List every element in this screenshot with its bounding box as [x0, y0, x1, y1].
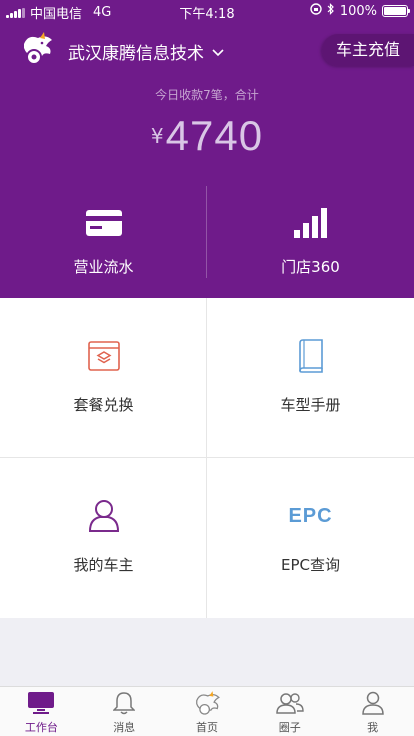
bar-chart-icon	[207, 206, 414, 240]
logo-icon	[192, 691, 222, 715]
epc-icon-text: EPC	[288, 504, 333, 527]
lock-rotation-icon	[310, 3, 322, 19]
package-exchange-icon	[0, 338, 207, 374]
function-grid: 套餐兑换 车型手册 我的车主 EPC EPC查询	[0, 298, 414, 618]
company-name: 武汉康腾信息技术	[68, 44, 204, 64]
business-flow-label: 营业流水	[73, 258, 134, 276]
title-row: 武汉康腾信息技术 车主充值	[0, 28, 414, 72]
person-icon	[361, 691, 384, 715]
bluetooth-icon	[327, 3, 335, 19]
brand-logo-icon	[18, 32, 56, 66]
grid-divider-horizontal	[0, 457, 414, 458]
bell-icon	[113, 691, 136, 715]
app-screen: 中国电信 4G 下午4:18 100% 武汉康腾信息技术 车主充值 今日收款7笔…	[0, 0, 414, 736]
business-flow-button[interactable]: 营业流水	[0, 206, 207, 277]
tab-me[interactable]: 我	[331, 687, 414, 736]
epc-query-label: EPC查询	[281, 556, 340, 574]
today-amount: ¥4740	[0, 112, 414, 160]
tab-label: 圈子	[278, 721, 301, 734]
tab-circle[interactable]: 圈子	[248, 687, 331, 736]
tab-label: 消息	[113, 721, 136, 734]
owner-recharge-button[interactable]: 车主充值	[321, 34, 414, 66]
store-360-label: 门店360	[281, 258, 340, 276]
battery-icon	[382, 5, 410, 17]
tab-bar: 工作台 消息 首页 圈子 我	[0, 686, 414, 736]
package-exchange-label: 套餐兑换	[73, 396, 134, 414]
card-icon	[0, 206, 207, 240]
store-360-button[interactable]: 门店360	[207, 206, 414, 277]
tab-workbench[interactable]: 工作台	[0, 687, 83, 736]
chevron-down-icon	[212, 42, 224, 62]
tab-messages[interactable]: 消息	[83, 687, 166, 736]
epc-query-button[interactable]: EPC EPC查询	[207, 458, 414, 618]
vehicle-manual-button[interactable]: 车型手册	[207, 298, 414, 458]
status-bar: 中国电信 4G 下午4:18 100%	[0, 0, 414, 22]
currency-symbol: ¥	[150, 124, 164, 148]
tab-label: 工作台	[24, 721, 58, 734]
header: 中国电信 4G 下午4:18 100% 武汉康腾信息技术 车主充值 今日收款7笔…	[0, 0, 414, 298]
tab-label: 我	[367, 721, 379, 734]
tab-label: 首页	[195, 721, 218, 734]
today-summary-label: 今日收款7笔，合计	[155, 88, 259, 102]
epc-icon: EPC	[207, 498, 414, 534]
user-outline-icon	[0, 498, 207, 534]
monitor-icon	[28, 691, 55, 715]
vehicle-manual-label: 车型手册	[280, 396, 341, 414]
my-owners-button[interactable]: 我的车主	[0, 458, 207, 618]
grid-divider-vertical	[206, 298, 207, 618]
amount-value: 4740	[165, 112, 264, 159]
battery-percent: 100%	[339, 3, 377, 19]
my-owners-label: 我的车主	[73, 556, 134, 574]
tab-home[interactable]: 首页	[166, 687, 249, 736]
package-exchange-button[interactable]: 套餐兑换	[0, 298, 207, 458]
company-selector[interactable]: 武汉康腾信息技术	[68, 39, 224, 64]
group-icon	[276, 691, 304, 715]
manual-book-icon	[207, 338, 414, 374]
